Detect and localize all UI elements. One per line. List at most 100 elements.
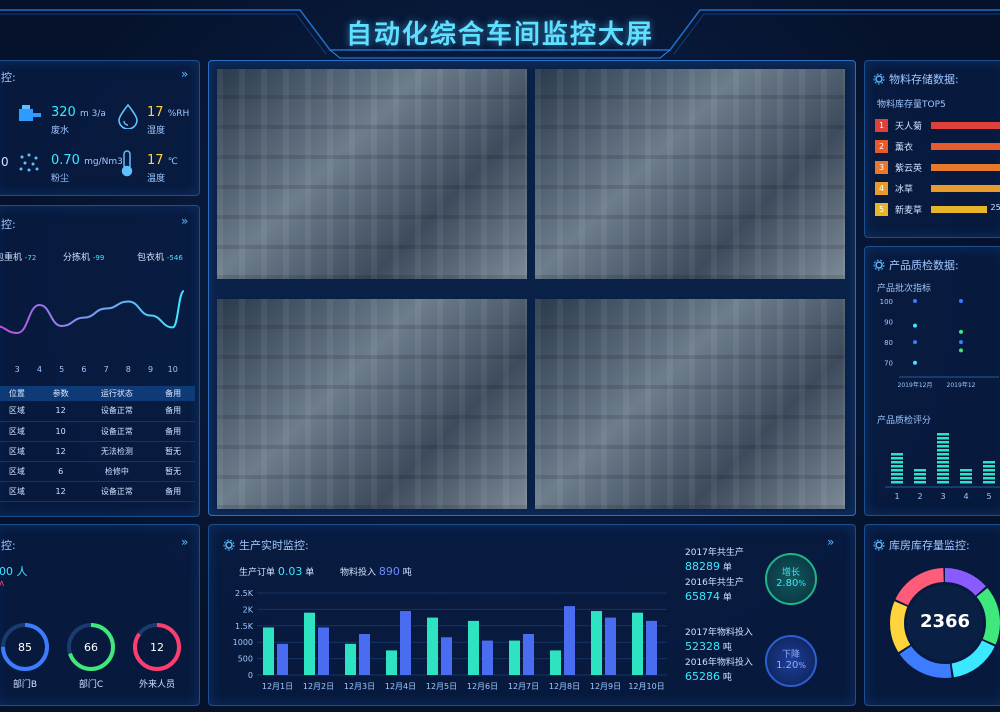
list-item[interactable]: 5 新麦草 25 — [875, 203, 1000, 216]
bar — [591, 611, 602, 675]
bar-segment — [960, 477, 972, 480]
x-tick-label: 5 — [59, 365, 64, 374]
bar-segment — [937, 445, 949, 448]
stat-label: 2016年物料投入 — [685, 658, 753, 668]
storage-panel: 物料存储数据: 物料库存量TOP5 1 天人菊 2 薰衣 3 紫云英 4 冰草 5 新麦草 25 — [864, 60, 1000, 238]
x-tick-label: 12月10日 — [628, 682, 664, 691]
rank-badge: 1 — [875, 119, 888, 132]
growth-badge: 增长 2.80% — [765, 553, 817, 605]
bar-segment — [891, 469, 903, 472]
bar-segment — [937, 477, 949, 480]
decline-badge: 下降 1.20% — [765, 635, 817, 687]
table-row[interactable]: 区域 12 设备正常 备用 — [0, 401, 195, 422]
dust-icon — [19, 153, 39, 172]
bar — [550, 650, 561, 675]
bar — [441, 637, 452, 675]
series-line — [0, 290, 185, 335]
batch-scatter-chart: 100 90 80 70 2019年12月 2019年12 — [880, 298, 999, 389]
item-name: 冰草 — [895, 185, 914, 195]
order-unit: 单 — [305, 568, 315, 578]
bar — [564, 606, 575, 675]
table-row[interactable]: 区域 6 检修中 暂无 — [0, 461, 195, 482]
chevron-right-icon[interactable]: » — [181, 67, 188, 81]
rank-badge: 3 — [875, 161, 888, 174]
bar-segment — [983, 465, 995, 468]
x-tick-label: 4 — [37, 365, 42, 374]
column-header: 备用 — [151, 386, 195, 401]
list-item[interactable]: 2 薰衣 — [875, 140, 1000, 153]
temperature-label: 温度 — [147, 174, 166, 184]
machine-value: -99 — [92, 254, 105, 262]
stat-label: 2017年共生产 — [685, 548, 744, 558]
bar-segment — [960, 481, 972, 484]
gear-icon — [873, 539, 885, 551]
humidity-unit: %RH — [167, 109, 190, 119]
bar-segment — [960, 473, 972, 476]
ring-label: 部门C — [79, 678, 103, 690]
chevron-right-icon[interactable]: » — [181, 535, 188, 549]
droplet-icon — [118, 103, 138, 129]
bar — [523, 634, 534, 675]
item-name: 紫云英 — [895, 164, 923, 174]
stat-value: 52328 — [685, 640, 720, 653]
gear-icon — [223, 539, 235, 551]
stat-label: 2016年共生产 — [685, 578, 744, 588]
camera-feed-4[interactable] — [535, 299, 845, 509]
ring-value: 85 — [18, 641, 32, 654]
camera-feed-3[interactable] — [217, 299, 527, 509]
list-item[interactable]: 3 紫云英 — [875, 161, 1000, 174]
bar-segment — [937, 461, 949, 464]
list-item[interactable]: 1 天人菊 — [875, 119, 1000, 132]
bar-segment — [891, 457, 903, 460]
chevron-right-icon[interactable]: » — [181, 214, 188, 228]
machine-name: 包衣机 — [137, 253, 165, 263]
stat-value: 88289 — [685, 560, 720, 573]
x-tick-label: 3 — [940, 492, 945, 501]
item-bar — [931, 164, 1000, 171]
bar-segment — [937, 481, 949, 484]
storage-panel-title: 物料存储数据: — [889, 73, 959, 86]
x-tick-label: 5 — [986, 492, 991, 501]
camera-feed-2[interactable] — [535, 69, 845, 279]
list-item[interactable]: 4 冰草 — [875, 182, 1000, 195]
equipment-panel: 控: » 包重机 -72 分拣机 -99 包衣机 -546 345678910 … — [0, 205, 200, 517]
order-value: 0.03 — [277, 565, 303, 578]
equipment-status-table: 位置 参数 运行状态 备用 区域 12 设备正常 备用 区域 10 设备正常 备用 区域 12… — [0, 386, 195, 502]
camera-feed-1[interactable] — [217, 69, 527, 279]
item-value: 25 — [990, 203, 1000, 212]
bar-segment — [937, 457, 949, 460]
rank-badge: 4 — [875, 182, 888, 195]
people-panel-title: 控: — [1, 539, 16, 552]
bar-segment — [983, 477, 995, 480]
bar — [277, 643, 288, 675]
y-tick-label: 500 — [238, 655, 253, 664]
y-tick-label: 1.5K — [235, 622, 254, 631]
table-row[interactable]: 区域 12 设备正常 备用 — [0, 481, 195, 502]
bar-segment — [937, 473, 949, 476]
bar-segment — [937, 433, 949, 436]
bar-segment — [983, 473, 995, 476]
stat-value: 65874 — [685, 590, 720, 603]
bar — [605, 617, 616, 675]
chevron-right-icon[interactable]: » — [827, 535, 834, 549]
table-row[interactable]: 区域 12 无法检测 暂无 — [0, 441, 195, 462]
table-row[interactable]: 区域 10 设备正常 备用 — [0, 421, 195, 442]
bar-segment — [983, 469, 995, 472]
rank-badge: 2 — [875, 140, 888, 153]
warehouse-panel-title: 库房库存量监控: — [889, 539, 970, 552]
dashboard: 自动化综合车间监控大屏 控: » 320 m 3/a 废水 17 %RH 湿度 … — [0, 0, 1000, 712]
bar — [509, 640, 520, 675]
column-header: 参数 — [38, 386, 83, 401]
ring-label: 外来人员 — [139, 678, 175, 690]
y-tick-label: 2.5K — [235, 589, 254, 598]
water-tank-icon — [19, 105, 41, 121]
production-bar-chart: 0 500 1000 1.5K 2K 2.5K 12月1日 12月2日 12月3日 12月4日 12… — [233, 589, 667, 691]
y-tick-label: 90 — [884, 319, 893, 327]
bar-title: 产品质检评分 — [877, 416, 932, 426]
bar-segment — [937, 437, 949, 440]
x-tick-label: 12月4日 — [385, 682, 416, 691]
humidity-value: 17 — [147, 105, 164, 120]
ring-label: 部门B — [13, 678, 37, 690]
scatter-point — [913, 360, 917, 365]
column-header: 位置 — [0, 386, 39, 401]
